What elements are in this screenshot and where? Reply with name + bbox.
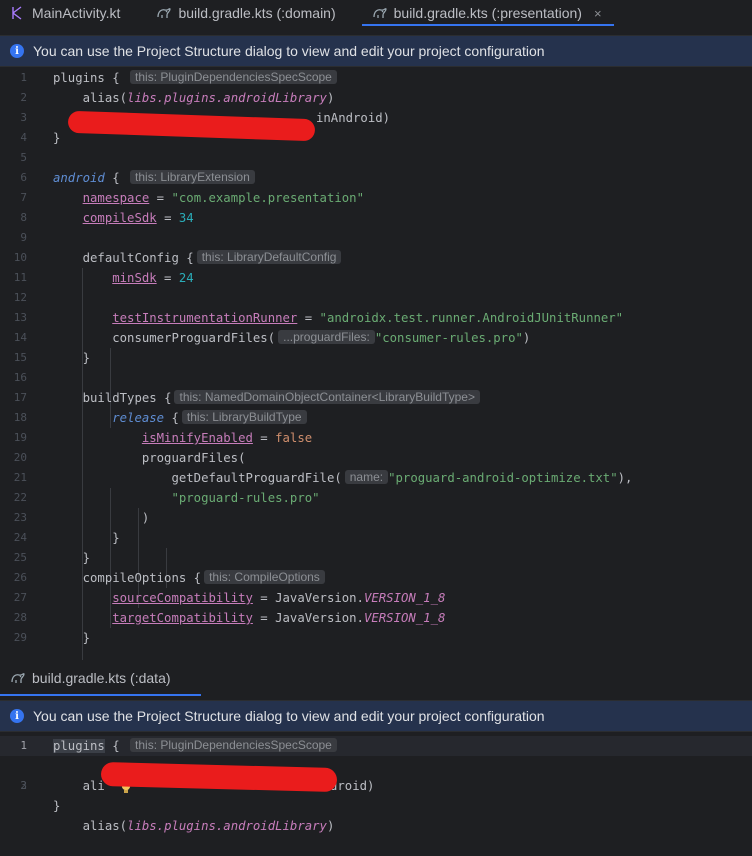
- code-line: 16: [13, 371, 27, 384]
- code-line: 11 minSdk = 24: [13, 271, 194, 285]
- tab-main-activity[interactable]: MainActivity.kt: [0, 0, 132, 26]
- inlay-hint: this: LibraryExtension: [130, 170, 255, 184]
- gradle-file-icon: [10, 670, 26, 686]
- editor-tab-bar: MainActivity.kt build.gradle.kts (:domai…: [0, 0, 752, 26]
- inlay-hint: this: LibraryBuildType: [181, 410, 307, 424]
- inlay-hint: this: CompileOptions: [204, 570, 325, 584]
- code-line: 26 compileOptions {this: CompileOptions: [0, 568, 752, 588]
- code-line: 1 plugins { this: PluginDependenciesSpecS…: [0, 736, 752, 756]
- code-line: 7 namespace = "com.example.presentation": [20, 191, 364, 205]
- tab-build-gradle-data[interactable]: build.gradle.kts (:data): [0, 660, 201, 696]
- banner-text[interactable]: You can use the Project Structure dialog…: [33, 708, 545, 724]
- tab-label: build.gradle.kts (:presentation): [393, 5, 582, 21]
- code-line: 8 compileSdk = 34: [20, 211, 194, 225]
- project-structure-banner: i You can use the Project Structure dial…: [0, 35, 752, 67]
- code-line: 21 getDefaultProguardFile(name: "proguard…: [13, 470, 633, 485]
- code-line: 23 ): [13, 511, 150, 525]
- code-line: 6 android { this: LibraryExtension: [0, 168, 752, 188]
- inlay-hint: this: PluginDependenciesSpecScope: [130, 738, 337, 752]
- kotlin-file-icon: [10, 5, 26, 21]
- inlay-hint: this: NamedDomainObjectContainer<Library…: [174, 390, 480, 404]
- code-line: 24 }: [13, 531, 120, 545]
- gradle-file-icon: [156, 5, 172, 21]
- project-structure-banner: i You can use the Project Structure dial…: [0, 700, 752, 732]
- code-line: 20 proguardFiles(: [13, 451, 246, 465]
- code-line: 10 defaultConfig {this: LibraryDefaultCo…: [0, 248, 752, 268]
- code-line: }: [53, 799, 61, 813]
- tab-build-gradle-domain[interactable]: build.gradle.kts (:domain): [146, 0, 347, 26]
- close-icon[interactable]: ×: [594, 6, 602, 21]
- code-line: 27 sourceCompatibility = JavaVersion.VER…: [13, 591, 446, 605]
- line-number: 1: [20, 71, 27, 84]
- editor-pane-data: build.gradle.kts (:data) i You can use t…: [0, 660, 752, 833]
- code-line: 1 plugins { this: PluginDependenciesSpecS…: [0, 68, 752, 88]
- banner-text[interactable]: You can use the Project Structure dialog…: [33, 43, 545, 59]
- info-icon: i: [10, 709, 24, 723]
- inlay-hint: name:: [344, 470, 389, 484]
- gradle-file-icon: [372, 5, 388, 21]
- code-line: 17 buildTypes {this: NamedDomainObjectCo…: [0, 388, 752, 408]
- code-line: 15 }: [13, 351, 91, 365]
- info-icon: i: [10, 44, 24, 58]
- code-line: 5: [20, 151, 27, 164]
- tab-label: build.gradle.kts (:data): [32, 670, 171, 686]
- editor-tab-bar-data: build.gradle.kts (:data): [0, 660, 752, 696]
- lightbulb-icon[interactable]: [61, 760, 131, 793]
- code-line: 25 }: [13, 551, 91, 565]
- line-number: 1: [20, 739, 27, 752]
- code-line: 29 }: [13, 631, 91, 645]
- code-line: 22 "proguard-rules.pro": [13, 491, 320, 505]
- code-line: 14 consumerProguardFiles(...proguardFile…: [13, 330, 531, 345]
- inlay-hint: this: PluginDependenciesSpecScope: [130, 70, 337, 84]
- code-line: 28 targetCompatibility = JavaVersion.VER…: [13, 611, 446, 625]
- tab-label: MainActivity.kt: [32, 5, 121, 21]
- code-editor-data[interactable]: 1 plugins { this: PluginDependenciesSpecS…: [0, 736, 752, 833]
- code-line: 2 alias(libs.plugins.androidLibrary): [20, 91, 335, 105]
- code-line: 18 release {this: LibraryBuildType: [0, 408, 752, 428]
- inlay-hint: ...proguardFiles:: [278, 330, 375, 344]
- inlay-hint: this: LibraryDefaultConfig: [196, 250, 342, 264]
- code-editor-presentation[interactable]: 1 plugins { this: PluginDependenciesSpecS…: [0, 68, 752, 668]
- code-line: 9: [20, 231, 27, 244]
- code-line: 12: [13, 291, 27, 304]
- tab-label: build.gradle.kts (:domain): [178, 5, 336, 21]
- tab-build-gradle-presentation[interactable]: build.gradle.kts (:presentation) ×: [361, 0, 614, 26]
- code-line: 13 testInstrumentationRunner = "androidx…: [13, 311, 624, 325]
- code-line: 19 isMinifyEnabled = false: [13, 431, 313, 445]
